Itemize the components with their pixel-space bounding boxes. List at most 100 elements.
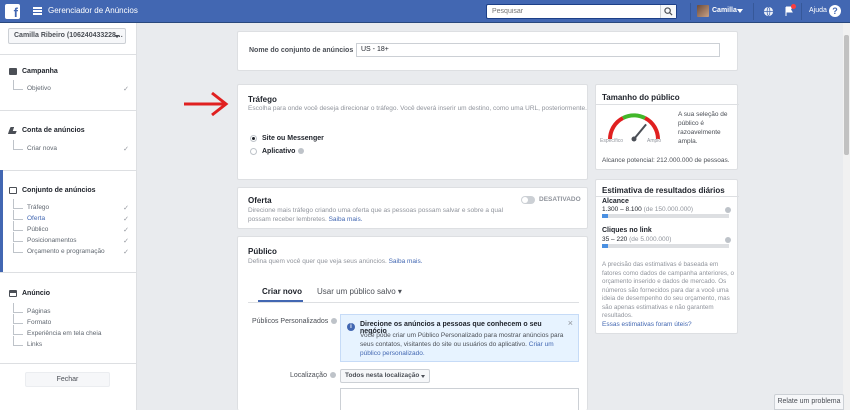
divider — [596, 104, 739, 105]
info-icon[interactable] — [725, 207, 731, 213]
sidebar-section-title: Campanha — [22, 68, 58, 75]
estimates-feedback-link[interactable]: Essas estimativas foram úteis? — [602, 321, 692, 328]
adset-name-label: Nome do conjunto de anúncios — [249, 47, 354, 54]
sidebar-item-label: Objetivo — [27, 85, 51, 92]
ad-icon — [9, 290, 17, 297]
top-bar: f Gerenciador de Anúncios Camilla Ajuda … — [0, 0, 850, 23]
sidebar-item-fullscreen[interactable]: Experiência em tela cheia — [13, 325, 129, 337]
audience-description: Defina quem você quer que veja seus anún… — [248, 257, 423, 266]
divider — [596, 196, 739, 197]
globe-icon[interactable] — [763, 6, 774, 17]
sidebar-section-title: Conjunto de anúncios — [22, 187, 96, 194]
search-button[interactable] — [660, 5, 676, 18]
sidebar-item-budget-schedule[interactable]: Orçamento e programação ✓ — [13, 243, 129, 256]
sidebar-item-label: Posicionamentos — [27, 237, 77, 244]
check-icon: ✓ — [123, 238, 129, 245]
gauge-label-specific: Específico — [600, 138, 624, 144]
sidebar-item-links[interactable]: Links — [13, 336, 129, 348]
adset-name-card: Nome do conjunto de anúncios US - 18+ — [237, 31, 738, 71]
radio-label-wrap[interactable]: Aplicativo — [262, 148, 305, 155]
report-problem-button[interactable]: Relate um problema — [774, 394, 844, 410]
audience-description-text: Defina quem você quer que veja seus anún… — [248, 258, 387, 265]
reach-bar-fill — [602, 214, 609, 218]
sidebar-item-label: Páginas — [27, 308, 51, 315]
account-selector[interactable]: Camilla Ribeiro (106240433228… — [8, 28, 126, 44]
audience-learn-more-link[interactable]: Saiba mais. — [389, 258, 423, 265]
sidebar-item-placements[interactable]: Posicionamentos ✓ — [13, 232, 129, 245]
sidebar-section-title: Anúncio — [22, 290, 50, 297]
sidebar-item-label: Tráfego — [27, 204, 50, 211]
sidebar-item-campaign[interactable]: Campanha — [9, 68, 58, 75]
divider — [0, 363, 137, 364]
scrollbar[interactable] — [843, 23, 850, 410]
help-link[interactable]: Ajuda — [809, 7, 827, 14]
adset-name-label-wrap: Nome do conjunto de anúncios — [249, 47, 363, 54]
notification-badge — [791, 4, 796, 9]
custom-audiences-label-wrap: Públicos Personalizados — [252, 318, 338, 325]
tab-create-new[interactable]: Criar novo — [262, 287, 302, 296]
radio-app[interactable] — [250, 148, 257, 155]
sidebar-item-ad-account[interactable]: Conta de anúncios — [7, 127, 85, 134]
gauge-hub — [631, 136, 637, 142]
toggle-state-label: DESATIVADO — [539, 196, 581, 203]
divider — [690, 3, 691, 20]
check-icon: ✓ — [123, 227, 129, 234]
traffic-title: Tráfego — [248, 95, 277, 104]
location-list-box[interactable] — [340, 388, 579, 410]
clicks-range: 35 – 220 — [602, 236, 628, 243]
sidebar-item-ad[interactable]: Anúncio — [9, 290, 50, 297]
facebook-logo-icon[interactable]: f — [5, 4, 20, 19]
check-icon: ✓ — [123, 146, 129, 153]
radio-label: Aplicativo — [262, 148, 296, 155]
radio-website-messenger[interactable] — [250, 135, 257, 142]
reach-values: 1.300 – 8.100 (de 150.000.000) — [602, 206, 693, 213]
traffic-description: Escolha para onde você deseja direcionar… — [248, 105, 587, 112]
sidebar-item-ad-set[interactable]: Conjunto de anúncios — [9, 187, 96, 194]
estimates-note: A precisão das estimativas é baseada em … — [602, 261, 734, 319]
menu-icon[interactable] — [33, 7, 42, 15]
sidebar-item-pages[interactable]: Páginas — [13, 303, 129, 315]
search-input[interactable] — [487, 5, 657, 18]
traffic-card: Tráfego Escolha para onde você deseja di… — [237, 84, 588, 180]
info-box-text-wrap: Você pode criar um Público Personalizado… — [360, 331, 565, 358]
audience-card: Público Defina quem você quer que veja s… — [237, 236, 588, 410]
divider — [248, 302, 579, 303]
app-title[interactable]: Gerenciador de Anúncios — [48, 6, 138, 15]
sidebar-item-label: Links — [27, 341, 43, 348]
user-name[interactable]: Camilla — [712, 7, 737, 14]
adset-name-input[interactable]: US - 18+ — [356, 43, 720, 57]
help-icon[interactable]: ? — [829, 5, 841, 17]
offer-description: Direcione mais tráfego criando uma ofert… — [248, 206, 510, 224]
sidebar-section-title: Conta de anúncios — [22, 127, 85, 134]
clicks-bar — [602, 244, 729, 248]
clicks-total: (de 5.000.000) — [629, 236, 672, 243]
divider — [0, 110, 137, 111]
audience-size-summary: A sua seleção de público é razoavelmente… — [678, 111, 728, 145]
reach-range: 1.300 – 8.100 — [602, 206, 642, 213]
location-dropdown[interactable]: Todos nesta localização — [340, 369, 430, 383]
sidebar-item-format[interactable]: Formato — [13, 314, 129, 326]
offer-toggle[interactable] — [521, 196, 535, 204]
close-icon[interactable]: × — [568, 318, 573, 328]
potential-reach: Alcance potencial: 212.000.000 de pessoa… — [602, 157, 730, 164]
tab-saved-audience[interactable]: Usar um público salvo ▾ — [317, 287, 402, 296]
sidebar-item-traffic[interactable]: Tráfego ✓ — [13, 199, 129, 212]
info-icon[interactable] — [725, 237, 731, 243]
divider — [0, 170, 137, 171]
sidebar-item-objective[interactable]: Objetivo ✓ — [13, 80, 129, 93]
avatar[interactable] — [697, 5, 709, 17]
close-button[interactable]: Fechar — [25, 372, 110, 387]
radio-label[interactable]: Site ou Messenger — [262, 135, 324, 142]
sidebar-item-create-new[interactable]: Criar nova ✓ — [13, 140, 129, 153]
chevron-down-icon — [421, 375, 425, 378]
info-icon[interactable] — [298, 148, 305, 155]
sidebar-item-offer[interactable]: Oferta ✓ — [13, 210, 129, 223]
scrollbar-thumb[interactable] — [844, 35, 849, 155]
info-icon[interactable] — [331, 318, 338, 325]
info-icon[interactable] — [329, 372, 336, 379]
sidebar-item-audience[interactable]: Público ✓ — [13, 221, 129, 234]
location-label: Localização — [290, 372, 327, 379]
audience-title: Público — [248, 247, 277, 256]
offer-learn-more-link[interactable]: Saiba mais. — [329, 216, 363, 223]
chevron-down-icon[interactable] — [737, 9, 743, 13]
